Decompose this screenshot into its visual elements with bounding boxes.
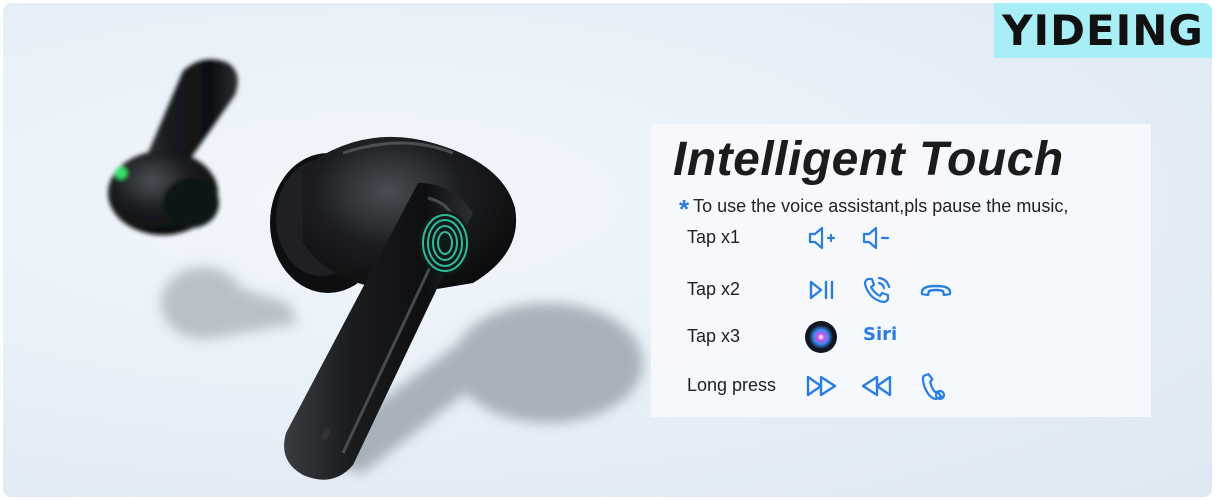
brand-name: YIDEING — [1002, 6, 1204, 55]
brand-logo: YIDEING — [994, 3, 1212, 58]
earbud-small — [108, 59, 238, 235]
gesture-label: Tap x1 — [687, 227, 741, 247]
next-track-icon — [805, 369, 839, 403]
fingerprint-icon — [419, 211, 471, 275]
feature-panel: Intelligent Touch * To use the voice assi… — [651, 124, 1151, 417]
previous-track-icon — [859, 369, 893, 403]
play-pause-icon — [805, 273, 839, 307]
siri-label: Siri — [863, 324, 898, 345]
usage-note-text: To use the voice assistant,pls pause the… — [693, 196, 1069, 216]
product-banner: YIDEING Intelligent Touch * To use the vo… — [3, 3, 1212, 497]
answer-call-icon — [860, 273, 894, 307]
shadow-small — [161, 267, 298, 339]
hang-up-icon — [919, 273, 953, 307]
reject-call-icon — [915, 369, 949, 403]
earbuds-illustration — [108, 59, 643, 480]
gesture-label: Tap x3 — [687, 326, 741, 346]
asterisk-icon: * — [679, 194, 690, 224]
siri-icon — [804, 320, 838, 354]
panel-title: Intelligent Touch — [673, 133, 1064, 186]
volume-down-icon — [859, 221, 893, 255]
gesture-label: Long press — [687, 375, 777, 395]
gesture-label: Tap x2 — [687, 279, 741, 299]
volume-up-icon — [805, 221, 839, 255]
